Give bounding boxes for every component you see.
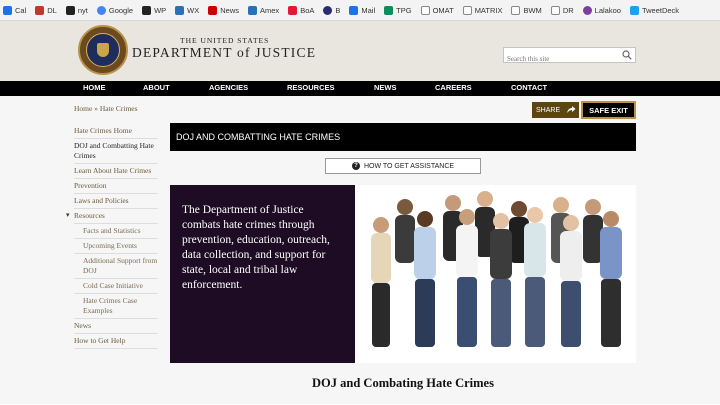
bookmark-nyt[interactable]: nyt	[65, 5, 88, 15]
bookmark-label: WX	[187, 5, 200, 15]
bookmark-wx[interactable]: WX	[175, 5, 200, 15]
mail-icon	[349, 5, 359, 15]
group-photo-illustration	[371, 191, 622, 347]
cutoff-paragraph	[170, 399, 636, 405]
share-arrow-icon	[567, 106, 576, 113]
sidebar: Hate Crimes Home DOJ and Combatting Hate…	[66, 124, 158, 349]
nav-about[interactable]: ABOUT	[143, 83, 170, 92]
bookmark-boa[interactable]: BoA	[288, 5, 315, 15]
doj-seal-logo[interactable]	[78, 25, 128, 75]
sidebar-subitem-events[interactable]: Upcoming Events	[74, 239, 158, 254]
tpg-icon	[384, 5, 394, 15]
bookmark-tweetdeck[interactable]: TweetDeck	[629, 5, 680, 15]
question-icon: ?	[351, 162, 360, 170]
sidebar-item-hate-crimes-home[interactable]: Hate Crimes Home	[74, 124, 158, 139]
bookmark-label: BoA	[300, 5, 315, 15]
bookmark-label: Mail	[361, 5, 376, 15]
main-nav: HOME ABOUT AGENCIES RESOURCES NEWS CAREE…	[0, 81, 720, 96]
bwm-icon	[511, 5, 521, 15]
bookmark-matrix[interactable]: MATRIX	[462, 5, 503, 15]
bookmark-cal[interactable]: Cal	[3, 5, 27, 15]
b-icon	[323, 5, 333, 15]
bookmark-dr[interactable]: DR	[550, 5, 574, 15]
bookmark-label: B	[335, 5, 341, 15]
bookmark-label: Amex	[260, 5, 280, 15]
bookmark-label: Cal	[15, 5, 27, 15]
bookmark-omat[interactable]: OMAT	[420, 5, 454, 15]
bookmark-label: Google	[108, 5, 134, 15]
google-icon	[96, 5, 106, 15]
lalakoo-icon	[582, 5, 592, 15]
how-to-get-assistance-button[interactable]: ? HOW TO GET ASSISTANCE	[325, 158, 481, 174]
sidebar-subitem-case-examples[interactable]: Hate Crimes Case Examples	[74, 294, 158, 319]
sidebar-subitem-cold-case[interactable]: Cold Case Initiative	[74, 279, 158, 294]
mission-statement: The Department of Justice combats hate c…	[170, 185, 355, 363]
sidebar-item-prevention[interactable]: Prevention	[74, 179, 158, 194]
boa-icon	[288, 5, 298, 15]
sidebar-item-news[interactable]: News	[74, 319, 158, 334]
wp-icon	[142, 5, 152, 15]
sidebar-item-doj-combatting[interactable]: DOJ and Combatting Hate Crimes	[74, 139, 158, 164]
bookmark-label: Lalakoo	[594, 5, 621, 15]
bookmark-google[interactable]: Google	[96, 5, 134, 15]
dr-icon	[550, 5, 560, 15]
bookmark-label: DR	[562, 5, 574, 15]
nav-contact[interactable]: CONTACT	[511, 83, 547, 92]
search-box	[503, 47, 636, 66]
bookmark-label: MATRIX	[474, 5, 503, 15]
assist-label: HOW TO GET ASSISTANCE	[363, 162, 455, 170]
bookmark-tpg[interactable]: TPG	[384, 5, 412, 15]
amex-icon	[248, 5, 258, 15]
breadcrumb[interactable]: Home » Hate Crimes	[74, 104, 138, 113]
search-input[interactable]	[504, 52, 616, 66]
weather-icon	[175, 5, 185, 15]
bookmark-label: OMAT	[432, 5, 454, 15]
share-button[interactable]: SHARE	[532, 102, 579, 118]
group-photo	[355, 185, 636, 363]
site-subtitle: THE UNITED STATES	[180, 36, 270, 45]
nav-careers[interactable]: CAREERS	[435, 83, 472, 92]
omat-icon	[420, 5, 430, 15]
bookmark-label: nyt	[77, 5, 88, 15]
nav-resources[interactable]: RESOURCES	[287, 83, 335, 92]
bookmark-wp[interactable]: WP	[142, 5, 167, 15]
sidebar-item-laws-policies[interactable]: Laws and Policies	[74, 194, 158, 209]
bookmark-amex[interactable]: Amex	[248, 5, 280, 15]
sidebar-item-resources[interactable]: Resources	[66, 209, 158, 224]
delta-icon	[35, 5, 45, 15]
sidebar-subitem-facts[interactable]: Facts and Statistics	[74, 224, 158, 239]
section-heading: DOJ and Combating Hate Crimes	[312, 376, 494, 390]
bookmark-label: DL	[47, 5, 57, 15]
calendar-icon	[3, 5, 12, 15]
site-title[interactable]: DEPARTMENT of JUSTICE	[132, 45, 316, 61]
bookmark-dl[interactable]: DL	[35, 5, 57, 15]
bookmark-b[interactable]: B	[323, 5, 341, 15]
nav-news[interactable]: NEWS	[374, 83, 397, 92]
safe-exit-button[interactable]: SAFE EXIT	[581, 101, 636, 119]
tweetdeck-icon	[629, 5, 639, 15]
bookmark-label: BWM	[523, 5, 542, 15]
sidebar-item-learn-about[interactable]: Learn About Hate Crimes	[74, 164, 158, 179]
nav-home[interactable]: HOME	[83, 83, 106, 92]
bookmark-label: WP	[154, 5, 167, 15]
cnn-icon	[208, 5, 218, 15]
nyt-icon	[65, 5, 75, 15]
search-icon[interactable]	[622, 50, 632, 60]
bookmark-label: TPG	[396, 5, 412, 15]
bookmark-mail[interactable]: Mail	[349, 5, 376, 15]
bookmarks-bar: Cal DL nyt Google WP WX News Amex BoA B …	[0, 0, 720, 21]
bookmark-lalakoo[interactable]: Lalakoo	[582, 5, 621, 15]
share-label: SHARE	[536, 106, 561, 114]
bookmark-news[interactable]: News	[208, 5, 240, 15]
matrix-icon	[462, 5, 472, 15]
nav-agencies[interactable]: AGENCIES	[209, 83, 248, 92]
sidebar-subitem-support[interactable]: Additional Support from DOJ	[74, 254, 158, 279]
site-header: THE UNITED STATES DEPARTMENT of JUSTICE	[0, 21, 720, 81]
sidebar-item-get-help[interactable]: How to Get Help	[74, 334, 158, 349]
bookmark-label: News	[220, 5, 240, 15]
bookmark-label: TweetDeck	[641, 5, 680, 15]
page-title: DOJ AND COMBATTING HATE CRIMES	[170, 123, 636, 151]
page-content: Home » Hate Crimes Hate Crimes Home DOJ …	[0, 96, 720, 404]
bookmark-bwm[interactable]: BWM	[511, 5, 542, 15]
